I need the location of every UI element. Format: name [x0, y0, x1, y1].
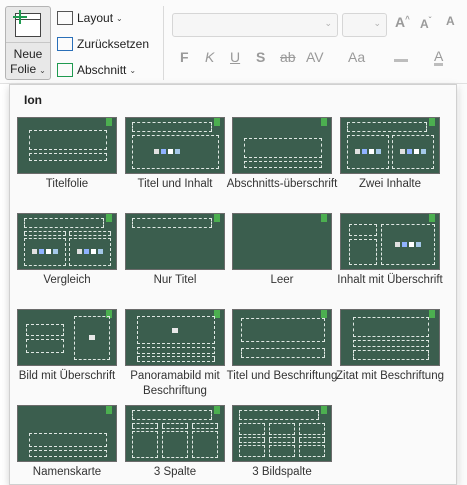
character-spacing-button[interactable]: AV: [306, 49, 324, 65]
layout-thumbnail: [17, 405, 117, 462]
layout-thumbnail: [232, 213, 332, 270]
font-size-dropdown[interactable]: ⌄: [342, 13, 387, 37]
chevron-down-icon: ⌄: [373, 18, 381, 28]
layout-icon: [57, 11, 73, 25]
font-color-button[interactable]: A: [434, 49, 444, 66]
layout-thumbnail: [340, 309, 440, 366]
layout-label: Abschnitts-überschrift: [226, 178, 338, 190]
increase-font-size-icon[interactable]: A^: [395, 14, 410, 30]
layout-label: Inhalt mit Überschrift: [337, 274, 443, 286]
section-button[interactable]: Abschnitt ⌄: [57, 60, 136, 80]
layout-label: Zitat mit Beschriftung: [335, 370, 444, 382]
new-slide-label-line1: Neue: [13, 47, 43, 61]
layout-button[interactable]: Layout ⌄: [57, 8, 123, 28]
chevron-down-icon: ⌄: [116, 13, 123, 23]
layout-thumbnail: [125, 117, 225, 174]
bold-button[interactable]: F: [180, 49, 189, 65]
ribbon: Neue Folie ⌄ Layout ⌄ Zurücksetzen Abschn…: [0, 0, 467, 84]
layout-thumbnail: [232, 117, 332, 174]
reset-button[interactable]: Zurücksetzen: [57, 34, 149, 54]
layout-label: Titelfolie: [45, 178, 89, 190]
layout-thumbnail: [340, 213, 440, 270]
layout-label: Nur Titel: [153, 274, 197, 286]
chevron-down-icon: ⌄: [324, 18, 332, 28]
strikethrough-button[interactable]: ab: [280, 49, 296, 65]
layout-label: 3 Bildspalte: [252, 466, 312, 478]
layout-thumbnail: [232, 405, 332, 462]
layout-label: Bild mit Überschrift: [18, 370, 116, 382]
shadow-button[interactable]: S: [256, 49, 265, 65]
chevron-down-icon: ⌄: [129, 65, 137, 75]
layout-thumbnail: [125, 405, 225, 462]
layout-thumbnail: [340, 117, 440, 174]
layout-gallery-panel: Ion Titelfolie Titel und Inhalt Abschnit…: [9, 84, 457, 485]
layout-thumbnail: [232, 309, 332, 366]
background-strip: [459, 84, 467, 485]
ribbon-divider: [163, 6, 164, 80]
layout-label: Titel und Inhalt: [137, 178, 213, 190]
reset-label: Zurücksetzen: [77, 37, 150, 51]
section-icon: [57, 63, 73, 77]
layout-label: Panoramabild mit Beschriftung: [130, 370, 220, 397]
italic-button[interactable]: K: [205, 49, 214, 65]
layout-label: 3 Spalte: [153, 466, 197, 478]
underline-button[interactable]: U: [230, 49, 240, 65]
layout-thumbnail: [17, 213, 117, 270]
layout-label: Leer: [270, 274, 294, 286]
new-slide-label-line2: Folie ⌄: [10, 62, 46, 76]
change-case-button[interactable]: Aa: [348, 49, 365, 65]
section-label: Abschnitt: [77, 63, 127, 77]
decrease-font-size-icon[interactable]: Aˇ: [420, 16, 431, 31]
layout-label: Zwei Inhalte: [358, 178, 421, 190]
chevron-down-icon: ⌄: [39, 66, 46, 75]
layout-label: Titel und Beschriftung: [226, 370, 338, 382]
new-slide-button[interactable]: Neue Folie ⌄: [5, 6, 51, 80]
new-slide-icon: [13, 10, 41, 37]
layout-thumbnail: [125, 309, 225, 366]
clear-formatting-icon[interactable]: A: [446, 14, 455, 28]
layout-label: Layout: [77, 11, 114, 25]
theme-name: Ion: [24, 93, 42, 107]
layout-thumbnail: [17, 117, 117, 174]
layout-thumbnail: [125, 213, 225, 270]
reset-icon: [57, 37, 73, 51]
highlight-color-icon[interactable]: [394, 46, 408, 62]
layout-label: Vergleich: [43, 274, 91, 286]
layout-label: Namenskarte: [32, 466, 102, 478]
layout-thumbnail: [17, 309, 117, 366]
new-slide-icon-area[interactable]: [6, 7, 50, 43]
font-family-dropdown[interactable]: ⌄: [172, 13, 338, 37]
